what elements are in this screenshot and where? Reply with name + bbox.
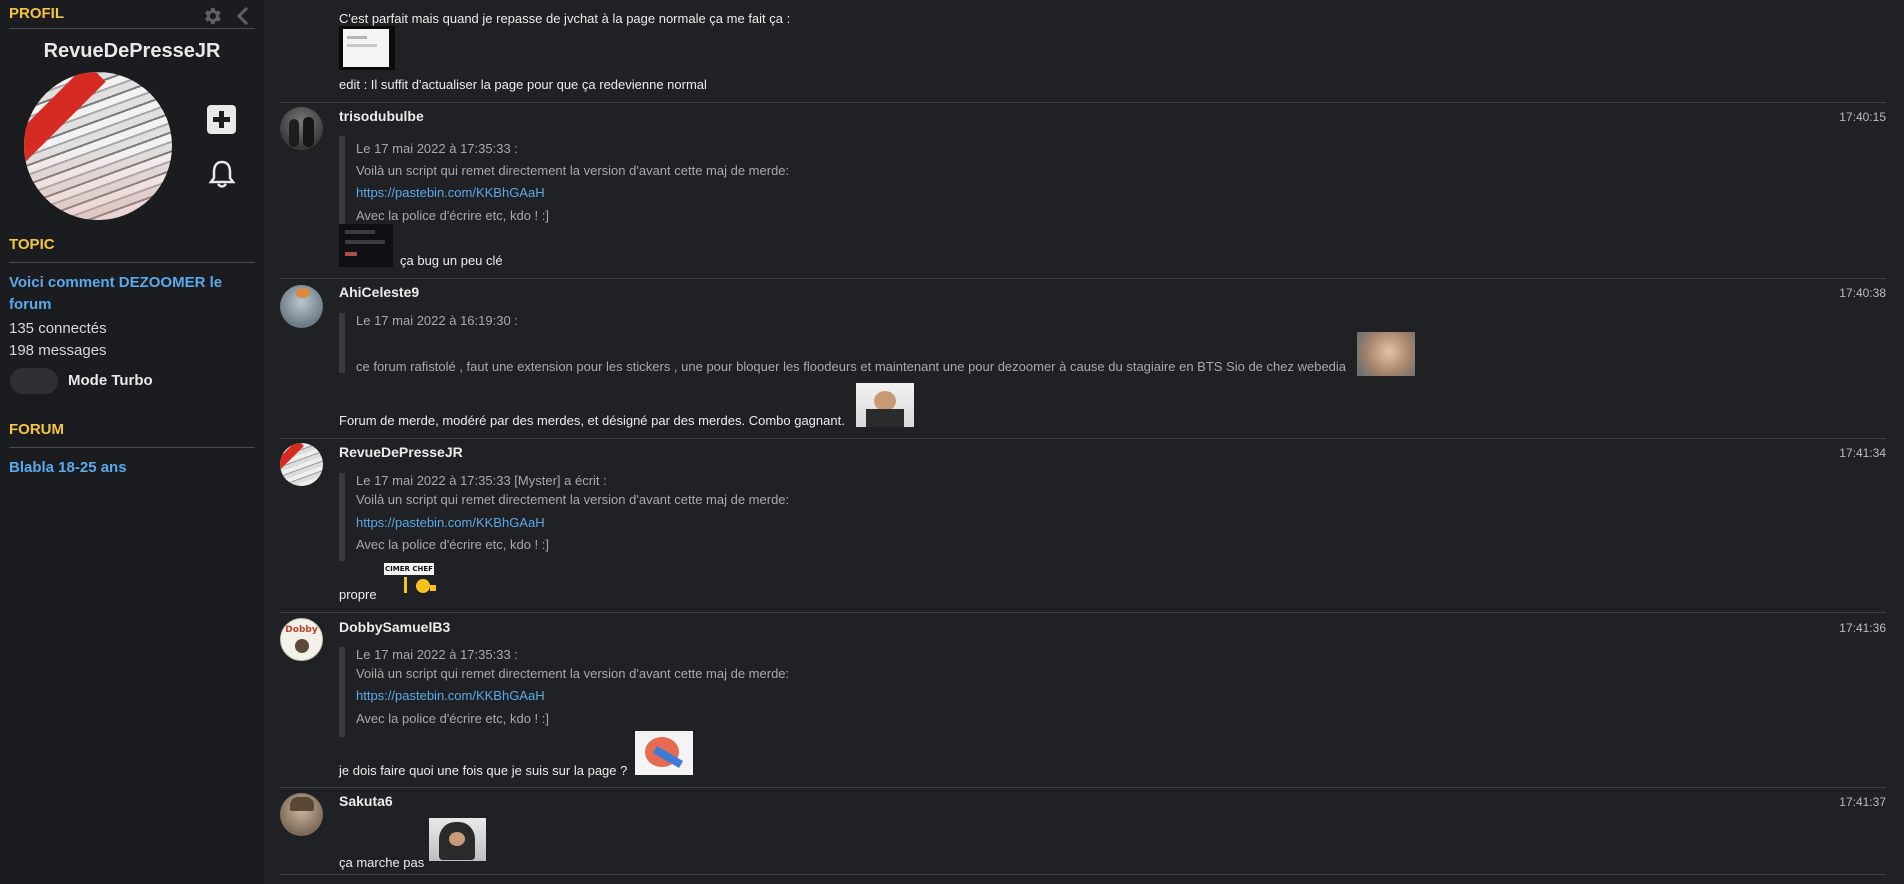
profile-sidebar: PROFIL RevueDePresseJR TOPIC Voici comme…: [0, 0, 264, 884]
quote-line: Le 17 mai 2022 à 16:19:30 :: [356, 313, 518, 328]
gear-icon[interactable]: [201, 5, 223, 27]
message-text: je dois faire quoi une fois que je suis …: [339, 763, 628, 778]
sticker-image[interactable]: [429, 818, 486, 861]
message-author[interactable]: DobbySamuelB3: [339, 619, 450, 635]
avatar-text: Dobby: [285, 625, 318, 635]
message-text: ça marche pas: [339, 855, 425, 870]
topic-title-link[interactable]: Voici comment DEZOOMER le forum: [9, 272, 249, 316]
message-time: 17:41:36: [1839, 621, 1886, 635]
message-time: 17:40:38: [1839, 286, 1886, 300]
avatar[interactable]: [280, 285, 323, 328]
profile-username[interactable]: RevueDePresseJR: [0, 40, 264, 63]
message-quote: Le 17 mai 2022 à 17:35:33 : Voilà un scr…: [339, 647, 789, 737]
quote-link[interactable]: https://pastebin.com/KKBhGAaH: [356, 515, 545, 530]
sticker-image[interactable]: [1357, 332, 1415, 376]
sticker-image[interactable]: CIMER CHEF: [382, 563, 436, 597]
avatar[interactable]: [280, 443, 323, 486]
quote-link[interactable]: https://pastebin.com/KKBhGAaH: [356, 688, 545, 703]
message-quote: Le 17 mai 2022 à 16:19:30 : ce forum raf…: [339, 313, 1346, 374]
forum-heading: FORUM: [9, 421, 64, 438]
divider: [9, 28, 255, 29]
message-quote: Le 17 mai 2022 à 17:35:33 [Myster] a écr…: [339, 473, 789, 561]
message-item: RevueDePresseJR 17:41:34 Le 17 mai 2022 …: [279, 439, 1886, 611]
chevron-left-icon[interactable]: [233, 5, 253, 27]
message-time: 17:41:37: [1839, 795, 1886, 809]
message-text: ça bug un peu clé: [400, 253, 503, 268]
message-author[interactable]: RevueDePresseJR: [339, 444, 463, 460]
turbo-toggle[interactable]: [10, 368, 58, 394]
avatar[interactable]: [280, 793, 323, 836]
message-time: 17:40:15: [1839, 110, 1886, 124]
profile-avatar[interactable]: [24, 72, 172, 220]
message-author[interactable]: Sakuta6: [339, 793, 393, 809]
message-quote: Le 17 mai 2022 à 17:35:33 : Voilà un scr…: [339, 136, 789, 226]
connected-count: 135 connectés: [9, 320, 107, 337]
quote-line: Avec la police d'écrire etc, kdo ! :]: [356, 711, 550, 726]
message-author[interactable]: trisodubulbe: [339, 108, 424, 124]
message-text: edit : Il suffit d'actualiser la page po…: [339, 77, 707, 92]
profil-heading: PROFIL: [9, 5, 64, 22]
message-author[interactable]: AhiCeleste9: [339, 284, 419, 300]
forum-link[interactable]: Blabla 18-25 ans: [9, 459, 127, 476]
plus-square-icon[interactable]: [207, 105, 236, 134]
sticker-image[interactable]: [635, 731, 693, 775]
message-item: AhiCeleste9 17:40:38 Le 17 mai 2022 à 16…: [279, 279, 1886, 437]
bell-icon[interactable]: [208, 159, 236, 189]
turbo-label: Mode Turbo: [68, 372, 153, 389]
messages-count: 198 messages: [9, 342, 107, 359]
quote-line: Le 17 mai 2022 à 17:35:33 :: [356, 647, 518, 662]
message-text: Forum de merde, modéré par des merdes, e…: [339, 413, 845, 428]
quote-line: Le 17 mai 2022 à 17:35:33 [Myster] a écr…: [356, 473, 607, 488]
screenshot-thumbnail[interactable]: [339, 26, 395, 70]
message-text: propre: [339, 587, 377, 602]
quote-line: Voilà un script qui remet directement la…: [356, 666, 790, 681]
message-list: C'est parfait mais quand je repasse de j…: [279, 0, 1886, 884]
quote-line: Voilà un script qui remet directement la…: [356, 163, 790, 178]
quote-line: Avec la police d'écrire etc, kdo ! :]: [356, 208, 550, 223]
screenshot-thumbnail[interactable]: [339, 224, 393, 267]
quote-line: Voilà un script qui remet directement la…: [356, 492, 790, 507]
avatar[interactable]: [280, 107, 323, 150]
topic-heading: TOPIC: [9, 236, 55, 253]
quote-link[interactable]: https://pastebin.com/KKBhGAaH: [356, 185, 545, 200]
message-item: Sakuta6 17:41:37 ça marche pas: [279, 788, 1886, 874]
quote-line: Avec la police d'écrire etc, kdo ! :]: [356, 537, 550, 552]
message-item: Dobby DobbySamuelB3 17:41:36 Le 17 mai 2…: [279, 613, 1886, 786]
message-item: C'est parfait mais quand je repasse de j…: [279, 0, 1886, 102]
divider: [9, 447, 255, 448]
message-text: C'est parfait mais quand je repasse de j…: [339, 11, 791, 26]
divider: [9, 262, 255, 263]
message-time: 17:41:34: [1839, 446, 1886, 460]
sticker-image[interactable]: [856, 383, 914, 427]
message-separator: [279, 874, 1886, 875]
sticker-caption: CIMER CHEF: [384, 563, 434, 575]
message-item: trisodubulbe 17:40:15 Le 17 mai 2022 à 1…: [279, 103, 1886, 277]
avatar[interactable]: Dobby: [280, 618, 323, 661]
quote-line: ce forum rafistolé , faut une extension …: [356, 359, 1347, 374]
quote-line: Le 17 mai 2022 à 17:35:33 :: [356, 141, 518, 156]
